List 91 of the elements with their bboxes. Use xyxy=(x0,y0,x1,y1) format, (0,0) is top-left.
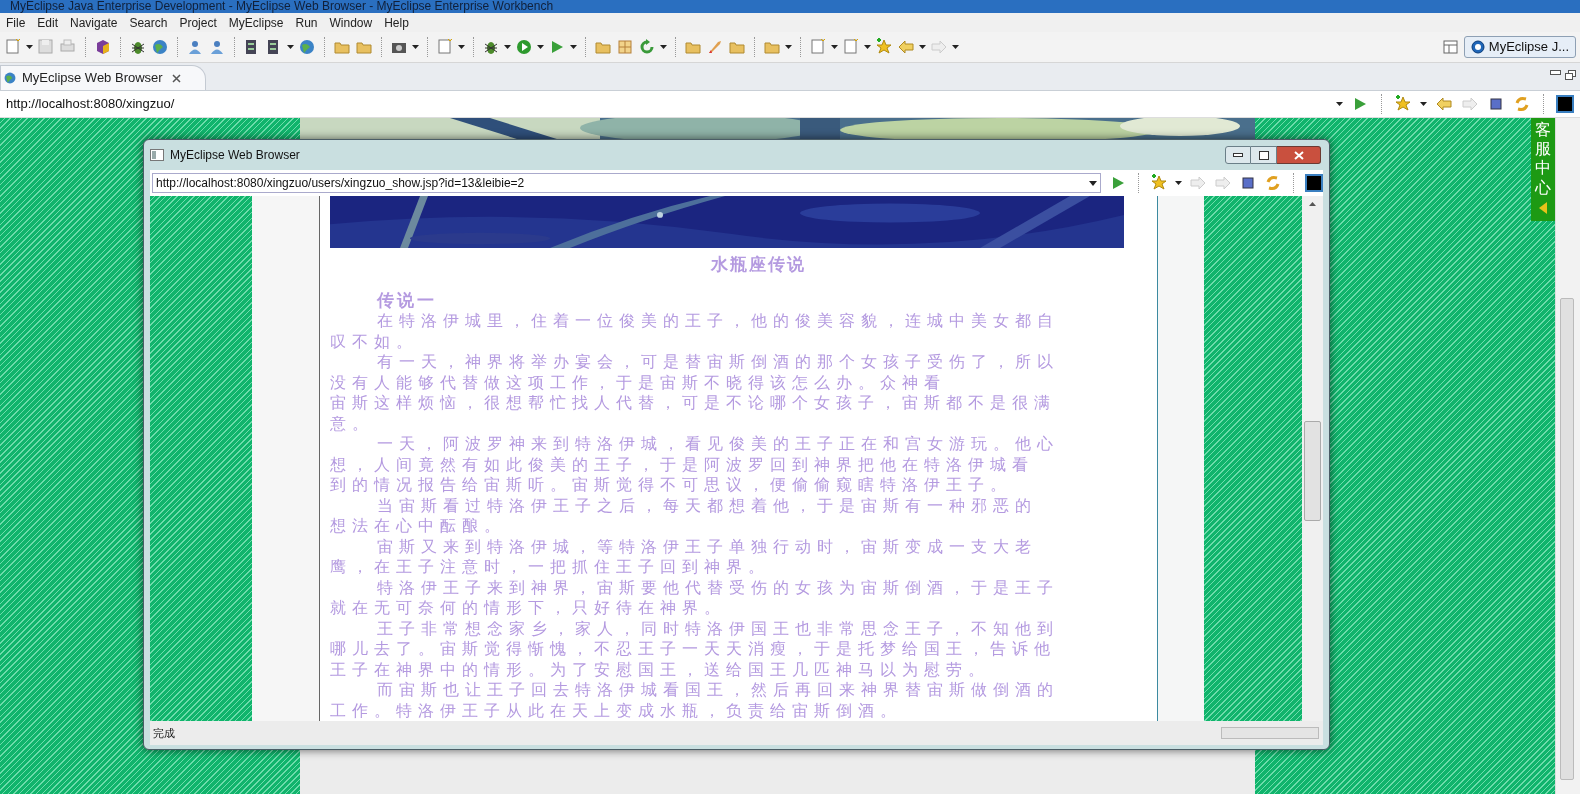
service-side-tab[interactable]: 客服中心 xyxy=(1531,118,1555,221)
perspective-button[interactable]: MyEclipse J... xyxy=(1463,36,1576,58)
minimize-button[interactable] xyxy=(1225,146,1251,164)
caret-icon[interactable] xyxy=(412,45,419,49)
caret-icon[interactable] xyxy=(570,45,577,49)
caret-icon[interactable] xyxy=(785,45,792,49)
menu-item[interactable]: Navigate xyxy=(64,13,124,32)
caret-icon[interactable] xyxy=(864,45,871,49)
paragraph-line: 叹不如。 xyxy=(330,331,419,352)
star-icon[interactable] xyxy=(1150,174,1168,192)
minimize-icon xyxy=(1233,153,1243,157)
maximize-button[interactable] xyxy=(1251,146,1277,164)
caret-icon[interactable] xyxy=(1336,102,1343,106)
paragraph-line: 有一天，神界将举办宴会，可是替宙斯倒酒的那个女孩子受伤了，所以 xyxy=(376,352,1060,373)
caret-icon[interactable] xyxy=(26,45,33,49)
grid-icon[interactable] xyxy=(616,38,634,56)
menu-item[interactable]: Edit xyxy=(31,13,65,32)
maximize-icon xyxy=(1258,150,1269,160)
triangle-left-icon xyxy=(1538,200,1548,215)
paragraph-line: 就在无可奈何的情形下，只好待在神界。 xyxy=(330,598,727,619)
minimize-icon[interactable] xyxy=(1550,70,1561,76)
paragraph-line: 意。 xyxy=(330,413,375,434)
globe-icon[interactable] xyxy=(298,38,316,56)
play-icon[interactable] xyxy=(515,38,533,56)
menu-item[interactable]: Project xyxy=(173,13,223,32)
stop-icon[interactable] xyxy=(1239,174,1257,192)
caret-icon[interactable] xyxy=(919,45,926,49)
scrollbar-thumb[interactable] xyxy=(1560,298,1574,780)
paragraph-line: 哪儿去了。宙斯觉得惭愧，不忍王子一天天消瘦，于是托梦给国王，告诉他 xyxy=(330,639,1057,660)
paragraph-line: 而宙斯也让王子回去特洛伊城看国王，然后再回来神界替宙斯做倒酒的 xyxy=(376,680,1060,701)
menu-item[interactable]: Run xyxy=(289,13,324,32)
left-arrow-icon[interactable] xyxy=(1435,95,1453,113)
scrollbar-thumb[interactable] xyxy=(1304,421,1321,521)
close-icon xyxy=(1293,150,1304,160)
scrollbar[interactable] xyxy=(1302,196,1323,721)
menu-item[interactable]: MyEclipse xyxy=(222,13,290,32)
paragraph-line: 想法在心中酝酿。 xyxy=(330,516,507,537)
paragraph-line: 一天，阿波罗神来到特洛伊城，看见俊美的王子正在和宫女游玩。他心 xyxy=(376,434,1060,455)
caret-icon[interactable] xyxy=(1175,181,1182,185)
close-button[interactable] xyxy=(1277,146,1321,164)
square-icon[interactable] xyxy=(1305,174,1323,192)
article-title: 水瓶座传说 xyxy=(710,253,807,275)
close-icon[interactable] xyxy=(171,73,181,83)
star-icon[interactable] xyxy=(1394,95,1412,113)
globe-icon[interactable] xyxy=(151,38,169,56)
caret-icon[interactable] xyxy=(537,45,544,49)
paragraph-line: 宙斯这样烦恼，很想帮忙找人代替，可是不论哪个女孩子，宙斯都不是很满 xyxy=(330,393,1057,414)
globe-icon xyxy=(3,71,17,85)
paragraph-line: 宙斯又来到特洛伊城，等特洛伊王子单独行动时，宙斯变成一支大老 xyxy=(376,536,1038,557)
restore-icon[interactable] xyxy=(1565,70,1576,80)
stop-icon[interactable] xyxy=(1487,95,1505,113)
sync-icon[interactable] xyxy=(1264,174,1282,192)
person-icon[interactable] xyxy=(208,38,226,56)
paragraph-line: 没有人能够代替做这项工作，于是宙斯不晓得该怎么办。众神看 xyxy=(330,372,947,393)
paragraph-line: 当宙斯看过特洛伊王子之后，每天都想着他，于是宙斯有一种邪恶的 xyxy=(376,495,1038,516)
paragraph-line: 特洛伊王子来到神界，宙斯要他代替受伤的女孩为宙斯倒酒，于是王子 xyxy=(376,577,1060,598)
paragraph-line: 工作。特洛伊王子从此在天上变成水瓶，负责给宙斯倒酒。 xyxy=(330,700,903,721)
star-icon[interactable] xyxy=(875,38,893,56)
up-arrow-icon xyxy=(1309,202,1316,206)
person-icon[interactable] xyxy=(186,38,204,56)
status-text: 完成 xyxy=(152,725,175,741)
address-field[interactable]: http://localhost:8080/xingzuo/users/xingzuo_show.jsp?id=13&leibie=2 xyxy=(152,173,1101,193)
paragraph-line: 到的情况报告给宙斯听。宙斯觉得不可思议，便偷偷窥瞎特洛伊王子。 xyxy=(330,475,1013,496)
window-title: MyEclipse Java Enterprise Development - MyEclipse Web Browser - MyEclipse Enterprise Workbench xyxy=(10,0,554,13)
section-heading: 传说一 xyxy=(376,289,438,311)
paragraph-line: 王子非常想念家乡，家人，同时特洛伊国王也非常思念王子，不知他到 xyxy=(376,618,1060,639)
paragraph-line: 鹰，在王子注意时，一把抓住王子回到神界。 xyxy=(330,557,771,578)
scrollbar[interactable] xyxy=(1555,118,1580,794)
paragraph-line: 在特洛伊城里，住着一位俊美的王子，他的俊美容貌，连城中美女都自 xyxy=(376,311,1060,332)
square-icon[interactable] xyxy=(1556,95,1574,113)
window-icon xyxy=(150,149,164,161)
caret-icon[interactable] xyxy=(660,45,667,49)
menu-item[interactable]: Help xyxy=(378,13,415,32)
editor-tab[interactable]: MyEclipse Web Browser xyxy=(0,65,206,90)
paragraph-line: 想，人间竟然有如此俊美的王子，于是阿波罗回到神界把他在特洛伊城看 xyxy=(330,454,1035,475)
caret-icon xyxy=(1089,180,1097,186)
menu-item[interactable]: Window xyxy=(323,13,379,32)
menu-item[interactable]: File xyxy=(0,13,32,32)
caret-icon[interactable] xyxy=(287,45,294,49)
caret-icon[interactable] xyxy=(831,45,838,49)
caret-icon[interactable] xyxy=(504,45,511,49)
paragraph-line: 王子在神界中的情形。为了安慰国王，送给国王几匹神马以为慰劳。 xyxy=(330,659,991,680)
menu-item[interactable]: Search xyxy=(123,13,174,32)
cube-icon[interactable] xyxy=(94,38,112,56)
sync-icon[interactable] xyxy=(1513,95,1531,113)
caret-icon[interactable] xyxy=(458,45,465,49)
window-layout-icon[interactable] xyxy=(1441,38,1460,56)
caret-icon[interactable] xyxy=(952,45,959,49)
circle-logo-icon xyxy=(1470,40,1485,54)
window-title: MyEclipse Web Browser xyxy=(170,147,300,164)
caret-icon[interactable] xyxy=(1420,102,1427,106)
